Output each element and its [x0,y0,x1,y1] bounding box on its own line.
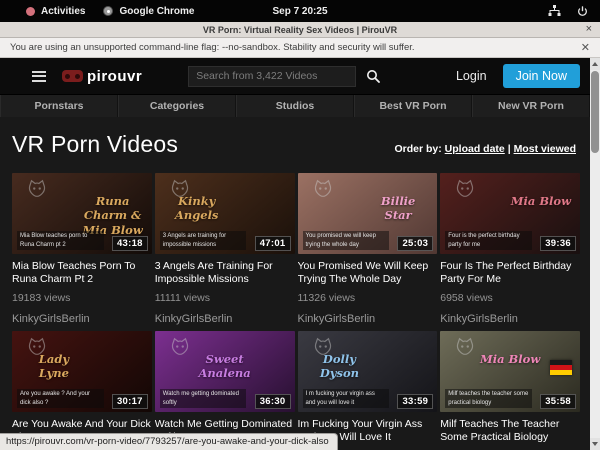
vr-headset-icon [62,70,83,82]
thumbnail-caption: I m fucking your virgin ass and you will… [303,389,390,408]
scrollbar[interactable] [590,58,600,450]
page-head: VR Porn Videos Order by: Upload date | M… [0,117,590,158]
video-grid: Runa Charm & Mia Blow Mia Blow teaches p… [0,158,590,450]
studio-watermark-icon [312,178,334,200]
site-header: pirouvr Login Join Now [0,58,590,94]
video-views: 11326 views [298,292,438,304]
login-link[interactable]: Login [456,69,487,83]
arrow-up-icon [592,62,598,66]
order-separator: | [508,143,511,155]
video-duration-badge: 30:17 [112,394,148,409]
video-views: 11111 views [155,292,295,304]
video-card[interactable]: Kinky Angels 3 Angels are training for i… [155,173,295,326]
order-by: Order by: Upload date | Most viewed [394,143,576,158]
link-status-tooltip: https://pirouvr.com/vr-porn-video/779325… [0,433,338,450]
nav-item-new-vr-porn[interactable]: New VR Porn [472,95,590,117]
window-close-button[interactable]: × [586,22,592,37]
scroll-up-button[interactable] [590,58,600,70]
logo-text: pirouvr [87,68,142,85]
thumbnail-caption: Watch me getting dominated softly [160,389,247,408]
video-duration-badge: 36:30 [255,394,291,409]
video-title-link[interactable]: Mia Blow Teaches Porn To Runa Charm Pt 2 [12,260,152,285]
scrollbar-thumb[interactable] [591,71,599,153]
video-views: 6958 views [440,292,580,304]
studio-link[interactable]: KinkyGirlsBerlin [12,313,152,326]
arrow-down-icon [592,442,598,446]
nav-item-studios[interactable]: Studios [236,95,354,117]
page-title: VR Porn Videos [12,131,178,158]
video-duration-badge: 47:01 [255,236,291,251]
german-flag-icon [550,360,572,375]
search-button[interactable] [356,66,390,87]
video-thumbnail[interactable]: Dolly Dyson I m fucking your virgin ass … [298,331,438,412]
video-thumbnail[interactable]: Runa Charm & Mia Blow Mia Blow teaches p… [12,173,152,254]
video-card[interactable]: Runa Charm & Mia Blow Mia Blow teaches p… [12,173,152,326]
order-most-viewed-link[interactable]: Most viewed [514,143,576,155]
infobar-message: You are using an unsupported command-lin… [10,42,415,53]
page-viewport: pirouvr Login Join Now [0,58,600,450]
video-duration-badge: 39:36 [540,236,576,251]
video-title-link[interactable]: You Promised We Will Keep Trying The Who… [298,260,438,285]
main-nav: Pornstars Categories Studios Best VR Por… [0,94,590,117]
search-icon [366,69,380,83]
join-now-button[interactable]: Join Now [503,64,580,88]
video-card[interactable]: Billie Star You promised we will keep tr… [298,173,438,326]
thumbnail-caption: Mia Blow teaches porn to Runa Charm pt 2 [17,231,104,250]
video-duration-badge: 25:03 [397,236,433,251]
video-views: 19183 views [12,292,152,304]
site-logo[interactable]: pirouvr [62,68,142,85]
video-thumbnail[interactable]: Kinky Angels 3 Angels are training for i… [155,173,295,254]
thumbnail-model-name: Mia Blow [478,352,542,366]
video-card[interactable]: Mia Blow Four is the perfect birthday pa… [440,173,580,326]
video-title-link[interactable]: 3 Angels Are Training For Impossible Mis… [155,260,295,285]
thumbnail-model-name: Mia Blow [509,194,573,208]
nav-item-categories[interactable]: Categories [118,95,236,117]
video-thumbnail[interactable]: Mia Blow Milf teaches the teacher some p… [440,331,580,412]
system-top-bar: Activities Google Chrome Sep 7 20:25 [0,0,600,22]
video-thumbnail[interactable]: Mia Blow Four is the perfect birthday pa… [440,173,580,254]
video-duration-badge: 33:59 [397,394,433,409]
infobar-close-button[interactable]: ✕ [581,41,590,54]
studio-watermark-icon [169,336,191,358]
nav-item-pornstars[interactable]: Pornstars [0,95,118,117]
nav-item-best-vr-porn[interactable]: Best VR Porn [354,95,472,117]
video-duration-badge: 43:18 [112,236,148,251]
search-bar [188,66,390,87]
thumbnail-caption: Are you awake ? And your dick also ? [17,389,104,408]
thumbnail-model-name: Kinky Angels [165,194,229,223]
clock[interactable]: Sep 7 20:25 [0,6,600,17]
video-title-link[interactable]: Four Is The Perfect Birthday Party For M… [440,260,580,285]
studio-watermark-icon [454,178,476,200]
order-by-label: Order by: [394,143,441,155]
menu-hamburger-icon[interactable] [32,68,46,84]
studio-link[interactable]: KinkyGirlsBerlin [440,313,580,326]
window-titlebar: VR Porn: Virtual Reality Sex Videos | Pi… [0,22,600,38]
search-input[interactable] [188,66,356,87]
video-title-link[interactable]: Milf Teaches The Teacher Some Practical … [440,418,580,443]
thumbnail-caption: 3 Angels are training for impossible mis… [160,231,247,250]
video-thumbnail[interactable]: Billie Star You promised we will keep tr… [298,173,438,254]
studio-watermark-icon [454,336,476,358]
power-icon[interactable] [577,6,588,17]
video-card[interactable]: Mia Blow Milf teaches the teacher some p… [440,331,580,450]
video-duration-badge: 35:58 [540,394,576,409]
window-title: VR Porn: Virtual Reality Sex Videos | Pi… [0,25,600,35]
thumbnail-model-name: Dolly Dyson [307,352,371,381]
chrome-infobar: You are using an unsupported command-lin… [0,38,600,58]
thumbnail-caption: Milf teaches the teacher some practical … [445,389,532,408]
studio-watermark-icon [26,178,48,200]
video-thumbnail[interactable]: Lady Lyne Are you awake ? And your dick … [12,331,152,412]
studio-link[interactable]: KinkyGirlsBerlin [155,313,295,326]
thumbnail-model-name: Sweet Analena [192,352,256,381]
scroll-down-button[interactable] [590,438,600,450]
thumbnail-caption: You promised we will keep trying the who… [303,231,390,250]
thumbnail-caption: Four is the perfect birthday party for m… [445,231,532,250]
studio-link[interactable]: KinkyGirlsBerlin [298,313,438,326]
network-tree-icon[interactable] [548,5,561,17]
screen: Activities Google Chrome Sep 7 20:25 VR … [0,0,600,450]
thumbnail-model-name: Billie Star [366,194,430,223]
order-upload-date-link[interactable]: Upload date [445,143,505,155]
thumbnail-model-name: Lady Lyne [22,352,86,381]
video-thumbnail[interactable]: Sweet Analena Watch me getting dominated… [155,331,295,412]
